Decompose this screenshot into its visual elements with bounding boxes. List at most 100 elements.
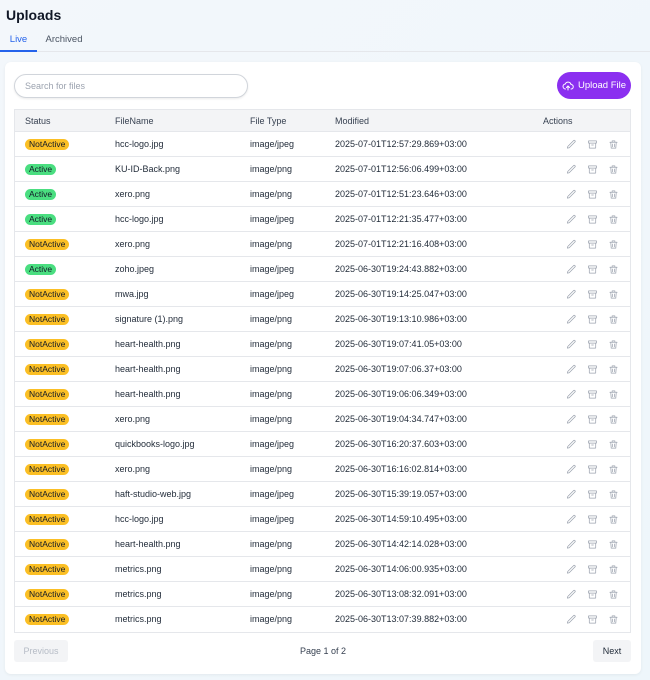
- table-row: NotActive metrics.png image/png 2025-06-30T…: [15, 557, 630, 582]
- archive-icon[interactable]: [587, 314, 599, 326]
- table-row: NotActive xero.png image/png 2025-06-30T19:…: [15, 407, 630, 432]
- upload-file-label: Upload File: [577, 80, 627, 91]
- archive-icon[interactable]: [587, 539, 599, 551]
- search-input[interactable]: [14, 74, 248, 98]
- modified-cell: 2025-06-30T19:04:34.747+03:00: [335, 414, 467, 424]
- status-badge: NotActive: [25, 489, 70, 501]
- status-cell: NotActive: [25, 432, 70, 457]
- filename-cell: signature (1).png: [115, 314, 184, 324]
- file-type-cell: image/png: [250, 239, 293, 249]
- edit-icon[interactable]: [566, 239, 578, 251]
- filename-cell: heart-health.png: [115, 364, 181, 374]
- edit-icon[interactable]: [566, 364, 578, 376]
- trash-icon[interactable]: [608, 264, 620, 276]
- status-badge: NotActive: [25, 289, 70, 301]
- archive-icon[interactable]: [587, 389, 599, 401]
- edit-icon[interactable]: [566, 314, 578, 326]
- filename-cell: hcc-logo.jpg: [115, 139, 164, 149]
- edit-icon[interactable]: [566, 539, 578, 551]
- status-cell: NotActive: [25, 132, 70, 157]
- trash-icon[interactable]: [608, 239, 620, 251]
- trash-icon[interactable]: [608, 339, 620, 351]
- trash-icon[interactable]: [608, 364, 620, 376]
- trash-icon[interactable]: [608, 564, 620, 576]
- trash-icon[interactable]: [608, 514, 620, 526]
- archive-icon[interactable]: [587, 364, 599, 376]
- archive-icon[interactable]: [587, 464, 599, 476]
- archive-icon[interactable]: [587, 139, 599, 151]
- status-badge: Active: [25, 189, 57, 201]
- archive-icon[interactable]: [587, 189, 599, 201]
- trash-icon[interactable]: [608, 589, 620, 601]
- archive-icon[interactable]: [587, 164, 599, 176]
- trash-icon[interactable]: [608, 489, 620, 501]
- edit-icon[interactable]: [566, 589, 578, 601]
- trash-icon[interactable]: [608, 314, 620, 326]
- modified-cell: 2025-06-30T19:07:41.05+03:00: [335, 339, 462, 349]
- trash-icon[interactable]: [608, 439, 620, 451]
- edit-icon[interactable]: [566, 139, 578, 151]
- status-cell: Active: [25, 207, 57, 232]
- trash-icon[interactable]: [608, 614, 620, 626]
- row-actions: [566, 207, 620, 232]
- filename-cell: mwa.jpg: [115, 289, 149, 299]
- archive-icon[interactable]: [587, 514, 599, 526]
- trash-icon[interactable]: [608, 389, 620, 401]
- edit-icon[interactable]: [566, 164, 578, 176]
- file-type-cell: image/jpeg: [250, 139, 295, 149]
- trash-icon[interactable]: [608, 539, 620, 551]
- column-header-status: Status: [25, 116, 51, 126]
- edit-icon[interactable]: [566, 289, 578, 301]
- table-header: Status FileName File Type Modified Actio…: [15, 110, 630, 132]
- archive-icon[interactable]: [587, 589, 599, 601]
- edit-icon[interactable]: [566, 564, 578, 576]
- archive-icon[interactable]: [587, 289, 599, 301]
- status-badge: NotActive: [25, 539, 70, 551]
- trash-icon[interactable]: [608, 164, 620, 176]
- archive-icon[interactable]: [587, 339, 599, 351]
- archive-icon[interactable]: [587, 439, 599, 451]
- status-cell: NotActive: [25, 532, 70, 557]
- edit-icon[interactable]: [566, 189, 578, 201]
- archive-icon[interactable]: [587, 264, 599, 276]
- edit-icon[interactable]: [566, 614, 578, 626]
- edit-icon[interactable]: [566, 214, 578, 226]
- next-button[interactable]: Next: [593, 640, 631, 662]
- table-row: NotActive heart-health.png image/png 2025-0…: [15, 332, 630, 357]
- archive-icon[interactable]: [587, 414, 599, 426]
- filename-cell: metrics.png: [115, 589, 162, 599]
- edit-icon[interactable]: [566, 339, 578, 351]
- modified-cell: 2025-07-01T12:21:16.408+03:00: [335, 239, 467, 249]
- archive-icon[interactable]: [587, 489, 599, 501]
- edit-icon[interactable]: [566, 414, 578, 426]
- archive-icon[interactable]: [587, 239, 599, 251]
- edit-icon[interactable]: [566, 439, 578, 451]
- edit-icon[interactable]: [566, 464, 578, 476]
- trash-icon[interactable]: [608, 139, 620, 151]
- status-badge: NotActive: [25, 239, 70, 251]
- table-row: NotActive hcc-logo.jpg image/jpeg 2025-07-0…: [15, 132, 630, 157]
- edit-icon[interactable]: [566, 264, 578, 276]
- archive-icon[interactable]: [587, 564, 599, 576]
- status-badge: NotActive: [25, 564, 70, 576]
- edit-icon[interactable]: [566, 489, 578, 501]
- filename-cell: heart-health.png: [115, 389, 181, 399]
- trash-icon[interactable]: [608, 289, 620, 301]
- upload-file-button[interactable]: Upload File: [557, 72, 631, 99]
- archive-icon[interactable]: [587, 614, 599, 626]
- edit-icon[interactable]: [566, 389, 578, 401]
- tab-archived[interactable]: Archived: [40, 30, 88, 52]
- edit-icon[interactable]: [566, 514, 578, 526]
- status-cell: NotActive: [25, 232, 70, 257]
- previous-button[interactable]: Previous: [14, 640, 68, 662]
- trash-icon[interactable]: [608, 189, 620, 201]
- table-body: NotActive hcc-logo.jpg image/jpeg 2025-07-0…: [15, 132, 630, 632]
- trash-icon[interactable]: [608, 214, 620, 226]
- tab-live[interactable]: Live: [0, 30, 37, 52]
- column-header-file-type: File Type: [250, 116, 287, 126]
- archive-icon[interactable]: [587, 214, 599, 226]
- trash-icon[interactable]: [608, 464, 620, 476]
- status-cell: NotActive: [25, 282, 70, 307]
- trash-icon[interactable]: [608, 414, 620, 426]
- filename-cell: metrics.png: [115, 614, 162, 624]
